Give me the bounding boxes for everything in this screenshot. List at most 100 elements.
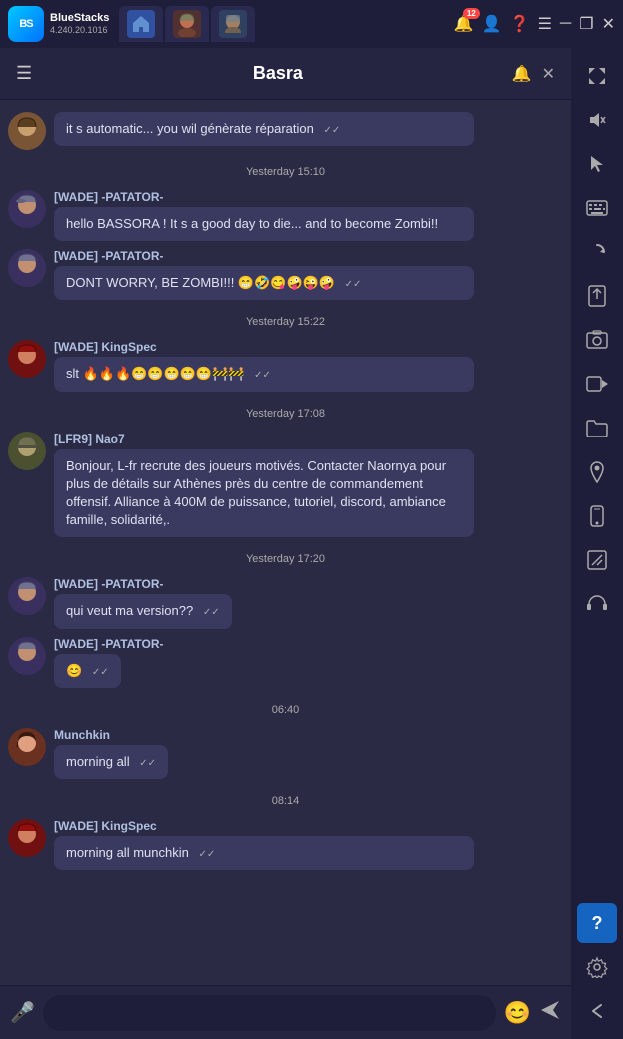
message-bubble: hello BASSORA ! It s a good day to die..… <box>54 207 474 241</box>
message-check: ✓✓ <box>345 279 362 290</box>
keyboard-icon[interactable] <box>577 188 617 228</box>
message-text: Bonjour, L-fr recrute des joueurs motivé… <box>66 458 446 528</box>
headset-icon[interactable] <box>577 584 617 624</box>
message-content: [LFR9] Nao7 Bonjour, L-fr recrute des jo… <box>54 432 563 538</box>
chat-header: ☰ Basra 🔔 ✕ <box>0 48 571 100</box>
message-bubble: DONT WORRY, BE ZOMBI!!! 😁🤣😋🤪😜🤪 ✓✓ <box>54 266 474 300</box>
message-text: 😊 <box>66 663 82 678</box>
message-bubble: it s automatic... you wil génèrate répar… <box>54 112 474 146</box>
rotate-icon[interactable] <box>577 232 617 272</box>
settings-gear-icon[interactable] <box>577 947 617 987</box>
send-icon[interactable] <box>539 999 561 1027</box>
message-sender: [WADE] -PATATOR- <box>54 637 563 651</box>
avatar <box>8 190 46 228</box>
message-row: Munchkin morning all ✓✓ <box>8 728 563 779</box>
message-row: [WADE] -PATATOR- hello BASSORA ! It s a … <box>8 190 563 241</box>
restore-icon[interactable]: ❐ <box>579 14 593 34</box>
close-icon[interactable]: ✕ <box>602 14 615 34</box>
message-text: it s automatic... you wil génèrate répar… <box>66 121 314 136</box>
message-row: [WADE] -PATATOR- 😊 ✓✓ <box>8 637 563 688</box>
message-content: [WADE] -PATATOR- DONT WORRY, BE ZOMBI!!!… <box>54 249 563 300</box>
bluestacks-version: BlueStacks 4.240.20.1016 <box>50 12 109 36</box>
message-text: hello BASSORA ! It s a good day to die..… <box>66 216 438 231</box>
tab-game1[interactable] <box>165 6 209 42</box>
message-content: [WADE] -PATATOR- 😊 ✓✓ <box>54 637 563 688</box>
bluestacks-logo: BS <box>8 6 44 42</box>
chat-close-icon[interactable]: ✕ <box>542 64 555 84</box>
tab-area <box>119 6 447 42</box>
message-sender: [LFR9] Nao7 <box>54 432 563 446</box>
timestamp-divider: 06:40 <box>8 704 563 716</box>
message-text: qui veut ma version?? <box>66 603 193 618</box>
apk-icon[interactable] <box>577 276 617 316</box>
message-bubble: qui veut ma version?? ✓✓ <box>54 594 232 628</box>
screenshot-icon[interactable] <box>577 320 617 360</box>
message-check: ✓✓ <box>92 667 109 678</box>
message-check: ✓✓ <box>323 125 340 136</box>
emoji-icon[interactable]: 😊 <box>504 1000 531 1026</box>
shake-icon[interactable] <box>577 496 617 536</box>
message-bubble: 😊 ✓✓ <box>54 654 121 688</box>
message-text: morning all <box>66 754 130 769</box>
message-sender: Munchkin <box>54 728 563 742</box>
message-bubble: morning all ✓✓ <box>54 745 168 779</box>
hamburger-menu-icon[interactable]: ☰ <box>538 14 552 34</box>
record-icon[interactable] <box>577 364 617 404</box>
message-row: it s automatic... you wil génèrate répar… <box>8 112 563 150</box>
message-text: DONT WORRY, BE ZOMBI!!! 😁🤣😋🤪😜🤪 <box>66 275 335 290</box>
avatar <box>8 819 46 857</box>
message-content: [WADE] -PATATOR- qui veut ma version?? ✓… <box>54 577 563 628</box>
message-content: [WADE] -PATATOR- hello BASSORA ! It s a … <box>54 190 563 241</box>
minimize-icon[interactable]: ─ <box>560 15 571 33</box>
avatar <box>8 112 46 150</box>
cursor-icon[interactable] <box>577 144 617 184</box>
message-content: it s automatic... you wil génèrate répar… <box>54 112 563 146</box>
avatar <box>8 249 46 287</box>
avatar <box>8 577 46 615</box>
topbar-icons: 🔔 12 👤 ❓ ☰ ─ ❐ ✕ <box>454 14 615 34</box>
resize-icon[interactable] <box>577 540 617 580</box>
tab-game2[interactable] <box>211 6 255 42</box>
avatar <box>8 637 46 675</box>
message-content: Munchkin morning all ✓✓ <box>54 728 563 779</box>
message-bubble: slt 🔥🔥🔥😁😁😁😁😁🚧🚧 ✓✓ <box>54 357 474 391</box>
topbar: BS BlueStacks 4.240.20.1016 <box>0 0 623 48</box>
timestamp-divider: Yesterday 17:20 <box>8 553 563 565</box>
avatar <box>8 728 46 766</box>
message-content: [WADE] KingSpec slt 🔥🔥🔥😁😁😁😁😁🚧🚧 ✓✓ <box>54 340 563 391</box>
timestamp-divider: 08:14 <box>8 795 563 807</box>
messages-area[interactable]: it s automatic... you wil génèrate répar… <box>0 100 571 985</box>
timestamp-divider: Yesterday 17:08 <box>8 408 563 420</box>
message-check: ✓✓ <box>254 370 271 381</box>
account-icon[interactable]: 👤 <box>482 14 502 34</box>
message-sender: [WADE] KingSpec <box>54 819 563 833</box>
help-circle-icon[interactable]: ❓ <box>510 14 530 34</box>
message-row: [WADE] KingSpec morning all munchkin ✓✓ <box>8 819 563 870</box>
message-sender: [WADE] -PATATOR- <box>54 577 563 591</box>
folder-icon[interactable] <box>577 408 617 448</box>
notification-bell[interactable]: 🔔 12 <box>454 14 474 34</box>
chat-bell-icon[interactable]: 🔔 <box>512 64 532 84</box>
notification-badge: 12 <box>463 8 480 19</box>
location-icon[interactable] <box>577 452 617 492</box>
timestamp-divider: Yesterday 15:22 <box>8 316 563 328</box>
timestamp-divider: Yesterday 15:10 <box>8 166 563 178</box>
message-text: morning all munchkin <box>66 845 189 860</box>
help-question-icon[interactable]: ? <box>577 903 617 943</box>
side-toolbar: ? <box>571 48 623 1039</box>
menu-icon[interactable]: ☰ <box>16 63 32 84</box>
message-text: slt 🔥🔥🔥😁😁😁😁😁🚧🚧 <box>66 366 244 381</box>
message-row: [LFR9] Nao7 Bonjour, L-fr recrute des jo… <box>8 432 563 538</box>
chat-input[interactable] <box>43 995 496 1031</box>
message-row: [WADE] KingSpec slt 🔥🔥🔥😁😁😁😁😁🚧🚧 ✓✓ <box>8 340 563 391</box>
message-check: ✓✓ <box>203 607 220 618</box>
message-check: ✓✓ <box>139 758 156 769</box>
expand-icon[interactable] <box>577 56 617 96</box>
mic-icon[interactable]: 🎤 <box>10 1000 35 1025</box>
message-sender: [WADE] -PATATOR- <box>54 190 563 204</box>
message-content: [WADE] KingSpec morning all munchkin ✓✓ <box>54 819 563 870</box>
volume-icon[interactable] <box>577 100 617 140</box>
back-arrow-icon[interactable] <box>577 991 617 1031</box>
message-row: [WADE] -PATATOR- DONT WORRY, BE ZOMBI!!!… <box>8 249 563 300</box>
tab-home[interactable] <box>119 6 163 42</box>
